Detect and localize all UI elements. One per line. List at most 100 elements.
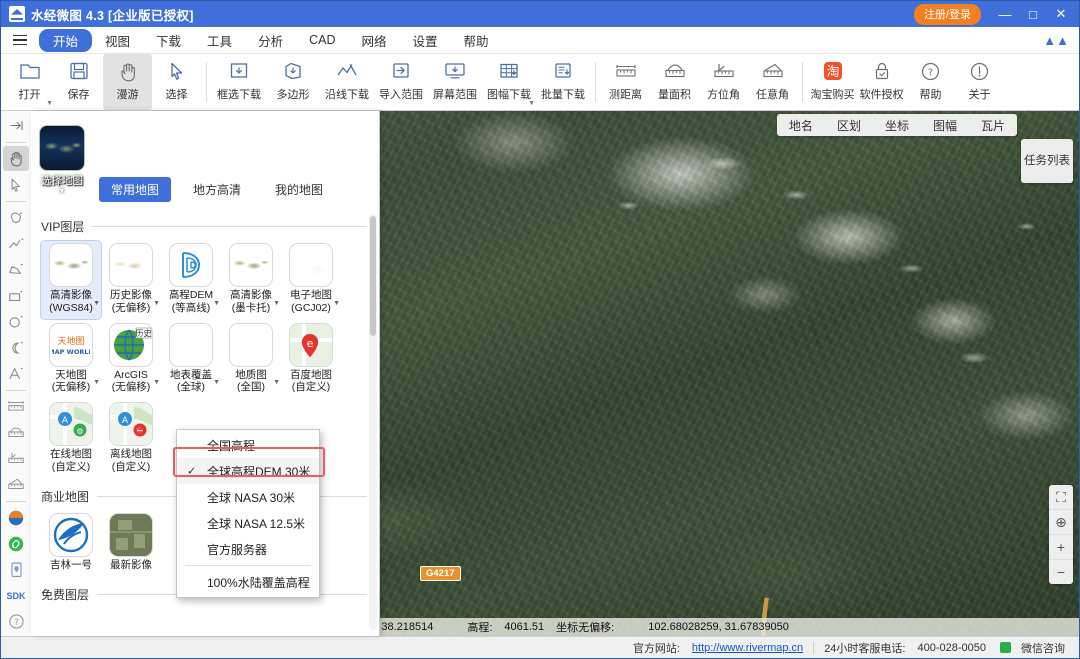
dropdown-item-global-nasa-12-5m[interactable]: 全球 NASA 12.5米	[177, 510, 319, 536]
layer-item-tianditu[interactable]: 天地图MAP WORLD 天地图(无偏移) ▼	[41, 321, 101, 399]
toggle-coordinates[interactable]: 坐标	[873, 114, 921, 137]
chevron-down-icon[interactable]: ▼	[93, 379, 100, 386]
footer-wechat-label[interactable]: 微信咨询	[1015, 640, 1071, 656]
ribbon-button-open[interactable]: 打开 ▼	[5, 54, 54, 110]
pan-hand-icon[interactable]	[3, 146, 29, 171]
draw-marker-icon[interactable]	[3, 205, 29, 230]
footer-site-link[interactable]: http://www.rivermap.cn	[686, 642, 809, 654]
ribbon-button-license[interactable]: 软件授权	[857, 54, 906, 110]
chevron-down-icon[interactable]: ▼	[46, 100, 53, 107]
toggle-districts[interactable]: 区划	[825, 114, 873, 137]
dropdown-item-global-nasa-30m[interactable]: 全球 NASA 30米	[177, 484, 319, 510]
sdk-icon[interactable]: SDK	[3, 583, 29, 608]
task-list-button[interactable]: 任务列表	[1021, 139, 1073, 183]
toggle-map-sheets[interactable]: 图幅	[921, 114, 969, 137]
chevron-down-icon[interactable]: ▼	[153, 379, 160, 386]
help-circle-icon[interactable]: ?	[3, 609, 29, 634]
chevron-down-icon[interactable]: ▼	[153, 300, 160, 307]
ribbon-button-line-download[interactable]: 沿线下载	[320, 54, 374, 110]
ribbon-button-sheet-download[interactable]: 图幅下载 ▼	[482, 54, 536, 110]
green-link-icon[interactable]	[3, 531, 29, 556]
toggle-tiles[interactable]: 瓦片	[969, 114, 1017, 137]
collapse-ribbon-icon[interactable]: ▲▲	[1043, 33, 1079, 48]
dropdown-item-official-server[interactable]: 官方服务器	[177, 536, 319, 562]
menu-item-network[interactable]: 网络	[348, 29, 399, 52]
layer-item-satellite-wgs84[interactable]: 高清影像 (WGS84) ▼	[40, 240, 102, 320]
draw-text-icon[interactable]	[3, 361, 29, 386]
layer-item-satellite-mercator[interactable]: 高清影像 (墨卡托) ▼	[221, 241, 281, 319]
layer-item-vector-gcj02[interactable]: 电子地图 (GCJ02) ▼	[281, 241, 341, 319]
ribbon-button-pan[interactable]: 漫游	[103, 54, 152, 110]
ribbon-button-help[interactable]: ? 帮助	[906, 54, 955, 110]
menu-item-help[interactable]: 帮助	[451, 29, 502, 52]
select-arrow-icon[interactable]	[3, 172, 29, 197]
draw-circle-icon[interactable]	[3, 309, 29, 334]
chevron-down-icon[interactable]: ▼	[528, 100, 535, 107]
maximize-button[interactable]: □	[1019, 2, 1047, 26]
any-angle-icon[interactable]	[3, 472, 29, 497]
dropdown-item-global-dem-30m[interactable]: ✓ 全球高程DEM 30米	[177, 458, 319, 484]
chevron-down-icon[interactable]: ▼	[333, 300, 340, 307]
chevron-down-icon[interactable]: ▼	[93, 300, 100, 307]
layer-item-offline-map[interactable]: A ⛔ 离线地图 (自定义)	[101, 400, 161, 478]
zoom-out-icon[interactable]: −	[1049, 560, 1073, 584]
ribbon-button-about[interactable]: 关于	[955, 54, 1004, 110]
draw-arc-icon[interactable]	[3, 335, 29, 360]
panel-scrollbar-thumb[interactable]	[370, 216, 376, 336]
hamburger-menu-icon[interactable]	[7, 30, 33, 50]
ribbon-button-taobao[interactable]: 淘 淘宝购买	[808, 54, 857, 110]
ribbon-button-select[interactable]: 选择	[152, 54, 201, 110]
chevron-down-icon[interactable]: ▼	[38, 188, 86, 195]
layer-item-online-map[interactable]: A ⚙ 在线地图 (自定义)	[41, 400, 101, 478]
chevron-down-icon[interactable]: ▼	[273, 379, 280, 386]
dropdown-item-national-elevation[interactable]: 全国高程	[177, 432, 319, 458]
measure-area-icon[interactable]	[3, 420, 29, 445]
ribbon-button-azimuth[interactable]: 方位角	[699, 54, 748, 110]
layer-item-latest-imagery[interactable]: 最新影像	[101, 511, 161, 576]
toggle-place-names[interactable]: 地名	[777, 114, 825, 137]
layer-item-baidu-map[interactable]: e 百度地图 (自定义)	[281, 321, 341, 399]
zoom-in-icon[interactable]: +	[1049, 535, 1073, 560]
fullscreen-icon[interactable]: ⛶	[1049, 485, 1073, 510]
dropdown-item-full-coverage-elevation[interactable]: 100%水陆覆盖高程	[177, 569, 319, 595]
panel-scrollbar[interactable]	[369, 214, 377, 630]
menu-item-settings[interactable]: 设置	[400, 29, 451, 52]
ribbon-button-measure-distance[interactable]: 测距离	[601, 54, 650, 110]
ribbon-button-save[interactable]: 保存	[54, 54, 103, 110]
earth-app-icon[interactable]	[3, 505, 29, 530]
panel-tab-common-maps[interactable]: 常用地图	[99, 177, 172, 202]
layer-item-land-cover[interactable]: 地表覆盖 (全球) ▼	[161, 321, 221, 399]
chevron-down-icon[interactable]: ▼	[273, 300, 280, 307]
draw-polygon-icon[interactable]	[3, 257, 29, 282]
menu-item-analysis[interactable]: 分析	[245, 29, 296, 52]
map-selector-card[interactable]: 选择地图 ▼	[38, 125, 86, 195]
layer-item-arcgis[interactable]: 历史 ArcGIS (无偏移) ▼	[101, 321, 161, 399]
chevron-down-icon[interactable]: ▼	[213, 300, 220, 307]
menu-item-view[interactable]: 视图	[92, 29, 143, 52]
expand-panel-icon[interactable]	[3, 113, 29, 138]
menu-item-cad[interactable]: CAD	[296, 31, 348, 49]
mobile-app-icon[interactable]	[3, 557, 29, 582]
menu-item-start[interactable]: 开始	[39, 28, 93, 52]
layer-item-history-imagery[interactable]: 历史影像 (无偏移) ▼	[101, 241, 161, 319]
measure-distance-icon[interactable]	[3, 394, 29, 419]
menu-item-tools[interactable]: 工具	[194, 29, 245, 52]
azimuth-icon[interactable]	[3, 446, 29, 471]
draw-rectangle-icon[interactable]	[3, 283, 29, 308]
panel-tab-local-hd[interactable]: 地方高清	[181, 177, 253, 202]
draw-polyline-icon[interactable]	[3, 231, 29, 256]
ribbon-button-box-select-download[interactable]: 框选下载	[212, 54, 266, 110]
ribbon-button-measure-area[interactable]: 量面积	[650, 54, 699, 110]
menu-item-download[interactable]: 下载	[143, 29, 194, 52]
login-register-button[interactable]: 注册/登录	[913, 3, 981, 25]
ribbon-button-polygon-download[interactable]: 多边形	[266, 54, 320, 110]
locate-center-icon[interactable]: ⊕	[1049, 510, 1073, 535]
chevron-down-icon[interactable]: ▼	[213, 379, 220, 386]
panel-tab-my-maps[interactable]: 我的地图	[263, 177, 335, 202]
minimize-button[interactable]: —	[991, 2, 1019, 26]
ribbon-button-any-angle[interactable]: 任意角	[748, 54, 797, 110]
ribbon-button-import-range[interactable]: 导入范围	[374, 54, 428, 110]
layer-item-jilin-1[interactable]: 吉林一号	[41, 511, 101, 576]
close-button[interactable]: ✕	[1047, 2, 1075, 26]
ribbon-button-screen-range[interactable]: 屏幕范围	[428, 54, 482, 110]
